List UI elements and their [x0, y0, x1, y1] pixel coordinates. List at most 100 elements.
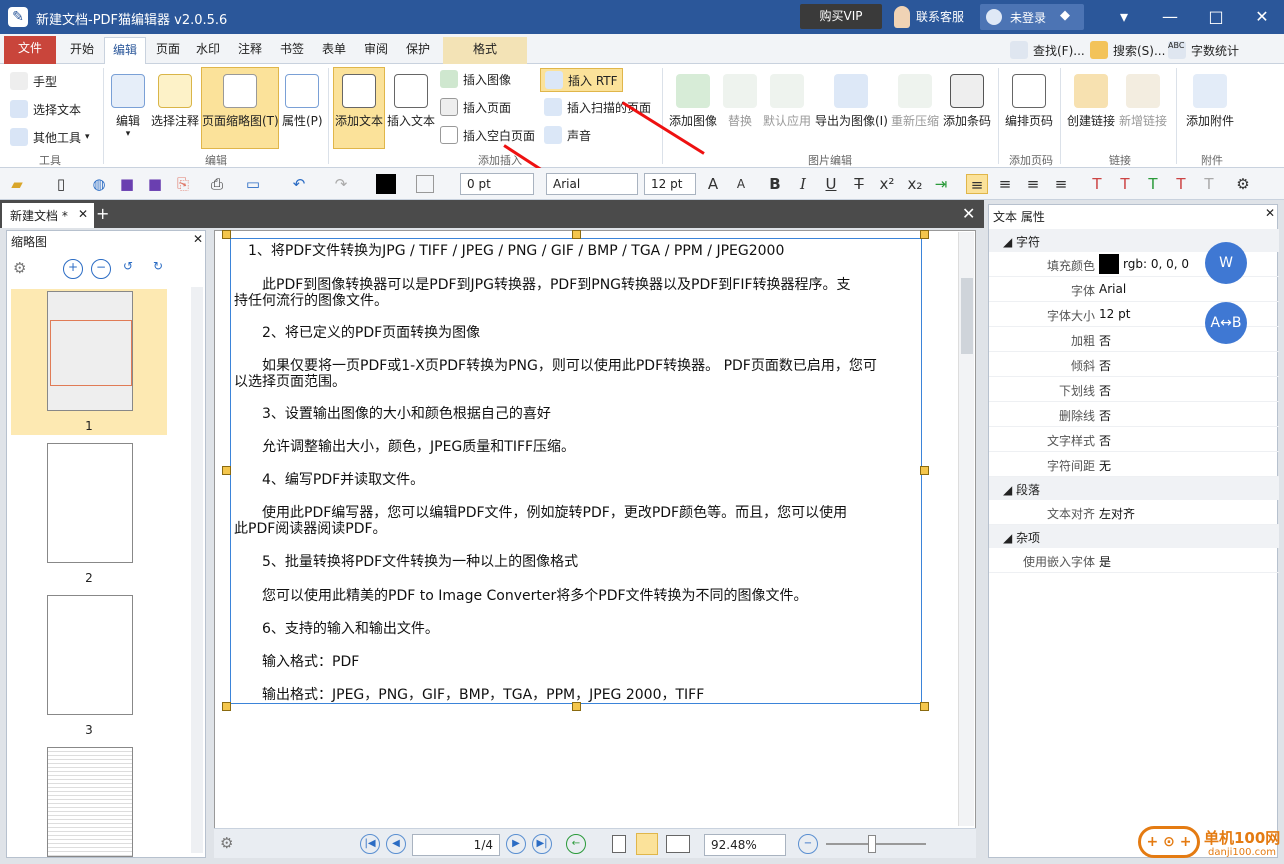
- close-document-icon[interactable]: ✕: [962, 204, 975, 223]
- save-icon[interactable]: ■: [116, 174, 138, 194]
- prev-page-button[interactable]: ◀: [386, 834, 406, 854]
- prop-row[interactable]: 删除线否: [989, 402, 1279, 427]
- tab-form[interactable]: 表单: [314, 37, 354, 64]
- scroll-thumb[interactable]: [961, 278, 973, 354]
- rotate-left-icon[interactable]: ↺: [123, 259, 133, 273]
- prop-row-embed-font[interactable]: 使用嵌入字体是: [989, 548, 1279, 573]
- hand-tool-button[interactable]: 手型: [10, 72, 57, 90]
- new-link-button[interactable]: 新增链接: [1118, 74, 1168, 129]
- edit-button[interactable]: 编辑 ▾: [108, 74, 148, 139]
- customer-service-link[interactable]: 联系客服: [916, 8, 964, 25]
- back-button[interactable]: ←: [566, 834, 586, 854]
- convert-to-word-icon[interactable]: W: [1205, 242, 1247, 284]
- zoom-select[interactable]: 92.48%: [704, 834, 786, 856]
- insert-scanned-page-button[interactable]: 插入扫描的页面: [544, 98, 651, 116]
- text-check-icon[interactable]: T: [1142, 174, 1164, 194]
- find-button[interactable]: 查找(F)...: [1010, 41, 1085, 59]
- resize-handle[interactable]: [572, 230, 581, 239]
- close-window-button[interactable]: ✕: [1252, 8, 1272, 26]
- add-barcode-button[interactable]: 添加条码: [942, 74, 992, 129]
- prop-row[interactable]: 倾斜否: [989, 352, 1279, 377]
- gear-icon[interactable]: ⚙: [220, 834, 233, 852]
- sound-button[interactable]: 声音: [544, 126, 591, 144]
- tab-bookmark[interactable]: 书签: [272, 37, 312, 64]
- close-pane-icon[interactable]: ✕: [193, 232, 203, 246]
- default-apply-button[interactable]: 默认应用: [762, 74, 812, 129]
- thumbnail-scrollbar[interactable]: [191, 287, 203, 853]
- text-check-icon[interactable]: T: [1198, 174, 1220, 194]
- select-text-button[interactable]: 选择文本: [10, 100, 81, 118]
- translate-icon[interactable]: A↔B: [1205, 302, 1247, 344]
- scan-icon[interactable]: ▭: [242, 174, 264, 194]
- redo-icon[interactable]: ↷: [330, 174, 352, 194]
- close-panel-icon[interactable]: ✕: [1265, 206, 1275, 220]
- save-as-icon[interactable]: ■: [144, 174, 166, 194]
- strikethrough-icon[interactable]: T: [848, 174, 870, 194]
- properties-button[interactable]: 属性(P): [282, 74, 323, 129]
- italic-icon[interactable]: I: [792, 174, 814, 194]
- tab-watermark[interactable]: 水印: [188, 37, 228, 64]
- tab-page[interactable]: 页面: [148, 37, 188, 64]
- resize-handle[interactable]: [222, 466, 231, 475]
- indent-icon[interactable]: ⇥: [930, 174, 952, 194]
- settings-icon[interactable]: ⚙: [1232, 174, 1254, 194]
- export-image-button[interactable]: 导出为图像(I): [815, 74, 888, 129]
- maximize-button[interactable]: □: [1206, 8, 1226, 26]
- zoom-slider-thumb[interactable]: [868, 835, 876, 853]
- zoom-slider[interactable]: [826, 843, 926, 845]
- insert-page-button[interactable]: 插入页面: [440, 98, 511, 116]
- align-left-icon[interactable]: ≡: [966, 174, 988, 194]
- wordcount-button[interactable]: ABC 字数统计: [1168, 41, 1239, 59]
- insert-rtf-button[interactable]: 插入 RTF: [540, 68, 623, 92]
- new-file-icon[interactable]: ▯: [50, 174, 72, 194]
- buy-vip-button[interactable]: 购买VIP: [800, 4, 882, 29]
- bold-icon[interactable]: B: [764, 174, 786, 194]
- tab-review[interactable]: 审阅: [356, 37, 396, 64]
- page-number-field[interactable]: 1/4: [412, 834, 500, 856]
- font-select[interactable]: Arial: [546, 173, 638, 195]
- section-misc[interactable]: ◢ 杂项: [989, 525, 1279, 548]
- underline-icon[interactable]: U: [820, 174, 842, 194]
- web-icon[interactable]: ◍: [88, 174, 110, 194]
- prop-row[interactable]: 文字样式否: [989, 427, 1279, 452]
- resize-handle[interactable]: [222, 230, 231, 239]
- thumbnail-page-3[interactable]: [47, 595, 133, 715]
- justify-icon[interactable]: ≡: [1050, 174, 1072, 194]
- next-page-button[interactable]: ▶: [506, 834, 526, 854]
- zoom-out-button[interactable]: −: [798, 834, 818, 854]
- add-text-button[interactable]: 添加文本: [333, 67, 385, 149]
- stroke-width-field[interactable]: 0 pt: [460, 173, 534, 195]
- align-center-icon[interactable]: ≡: [994, 174, 1016, 194]
- tab-protect[interactable]: 保护: [398, 37, 438, 64]
- text-style-icon[interactable]: T: [1086, 174, 1108, 194]
- print-icon[interactable]: ⎙: [206, 174, 228, 194]
- align-right-icon[interactable]: ≡: [1022, 174, 1044, 194]
- document-tab[interactable]: 新建文档 * ✕: [2, 203, 94, 228]
- tab-annotation[interactable]: 注释: [230, 37, 270, 64]
- font-size-select[interactable]: 12 pt: [644, 173, 696, 195]
- minimize-button[interactable]: —: [1160, 8, 1180, 26]
- stroke-color-swatch[interactable]: [416, 175, 434, 193]
- zoom-out-icon[interactable]: −: [91, 259, 111, 279]
- dropdown-menu-icon[interactable]: ▾: [1114, 8, 1134, 26]
- first-page-button[interactable]: |◀: [360, 834, 380, 854]
- thumbnail-page-2[interactable]: [47, 443, 133, 563]
- two-page-icon[interactable]: [666, 835, 690, 853]
- tab-edit[interactable]: 编辑: [104, 37, 147, 64]
- tab-file[interactable]: 文件: [4, 36, 56, 64]
- resize-handle[interactable]: [222, 702, 231, 711]
- prop-row-align[interactable]: 文本对齐 左对齐: [989, 500, 1279, 525]
- resize-handle[interactable]: [920, 702, 929, 711]
- superscript-icon[interactable]: x²: [876, 174, 898, 194]
- recompress-button[interactable]: 重新压缩: [890, 74, 940, 129]
- tab-format[interactable]: 格式: [443, 37, 527, 64]
- page-numbering-button[interactable]: 编排页码: [1004, 74, 1054, 129]
- add-attachment-button[interactable]: 添加附件: [1182, 74, 1238, 129]
- section-paragraph[interactable]: ◢ 段落: [989, 477, 1279, 500]
- rotate-right-icon[interactable]: ↻: [153, 259, 163, 273]
- tab-start[interactable]: 开始: [62, 37, 102, 64]
- search-button[interactable]: 搜索(S)...: [1090, 41, 1165, 59]
- zoom-in-icon[interactable]: +: [63, 259, 83, 279]
- thumbnail-page-1[interactable]: [47, 291, 133, 411]
- shrink-font-icon[interactable]: A: [730, 174, 752, 194]
